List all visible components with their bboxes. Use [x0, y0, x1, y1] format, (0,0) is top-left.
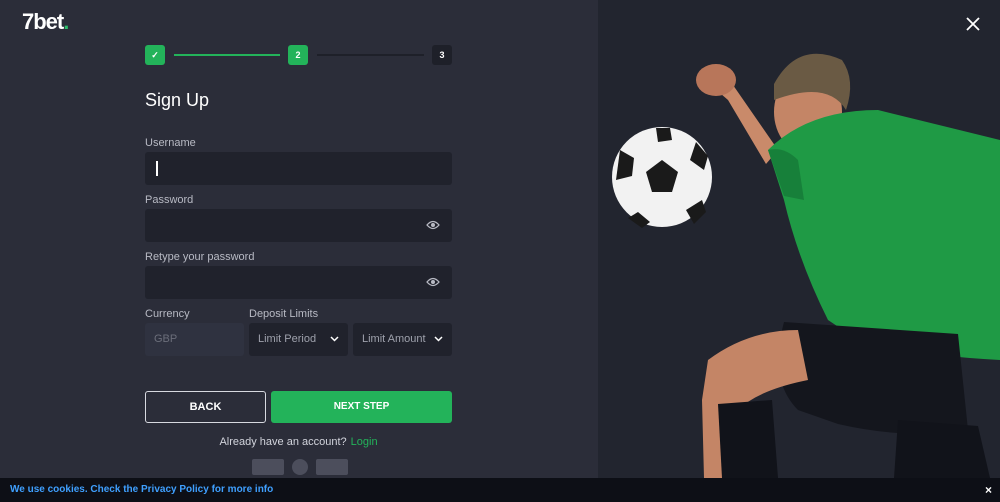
chevron-down-icon: [330, 336, 339, 342]
step-3: 3: [432, 45, 452, 65]
password-input[interactable]: [145, 209, 452, 242]
step-2: 2: [288, 45, 308, 65]
retype-password-label: Retype your password: [145, 251, 255, 263]
signup-panel: 7bet. ✓ 2 3 Sign Up Username Password Re…: [0, 0, 598, 502]
eye-icon[interactable]: [426, 277, 440, 287]
limit-amount-select[interactable]: Limit Amount: [353, 323, 452, 356]
age-badge-icon: [292, 459, 308, 475]
close-icon[interactable]: [966, 17, 980, 31]
username-input[interactable]: [145, 152, 452, 185]
cookie-message[interactable]: We use cookies. Check the Privacy Policy…: [10, 484, 273, 495]
trust-badges: [252, 459, 348, 477]
limit-period-text: Limit Period: [258, 333, 317, 345]
login-prompt: Already have an account? Login: [145, 436, 452, 448]
cookie-close-icon[interactable]: ×: [985, 483, 992, 497]
hero-image-panel: [598, 0, 1000, 502]
progress-steps: ✓ 2 3: [145, 45, 452, 65]
cookie-banner: We use cookies. Check the Privacy Policy…: [0, 478, 1000, 502]
step-1-check-icon: ✓: [145, 45, 165, 65]
password-label: Password: [145, 194, 194, 206]
safe-secure-badge-icon: [252, 459, 284, 475]
logo-dot: .: [63, 9, 69, 34]
login-link[interactable]: Login: [351, 436, 378, 448]
verified-badge-icon: [316, 459, 348, 475]
step-connector-pending: [317, 54, 424, 56]
limit-period-select[interactable]: Limit Period: [249, 323, 348, 356]
chevron-down-icon: [434, 336, 443, 342]
text-caret: [156, 161, 158, 176]
soccer-ball-icon: [612, 127, 712, 228]
page-title: Sign Up: [145, 90, 210, 110]
eye-icon[interactable]: [426, 220, 440, 230]
step-connector-done: [174, 54, 280, 56]
footballer-illustration: [612, 53, 1000, 478]
next-step-button[interactable]: NEXT STEP: [271, 391, 452, 423]
logo-text: 7bet: [22, 9, 64, 34]
currency-label: Currency: [145, 308, 190, 320]
brand-logo[interactable]: 7bet.: [22, 9, 69, 35]
currency-field: GBP: [145, 323, 244, 356]
back-button[interactable]: BACK: [145, 391, 266, 423]
retype-password-input[interactable]: [145, 266, 452, 299]
username-label: Username: [145, 137, 196, 149]
limit-amount-text: Limit Amount: [362, 333, 426, 345]
deposit-limits-label: Deposit Limits: [249, 308, 319, 320]
already-account-text: Already have an account?: [219, 436, 347, 448]
